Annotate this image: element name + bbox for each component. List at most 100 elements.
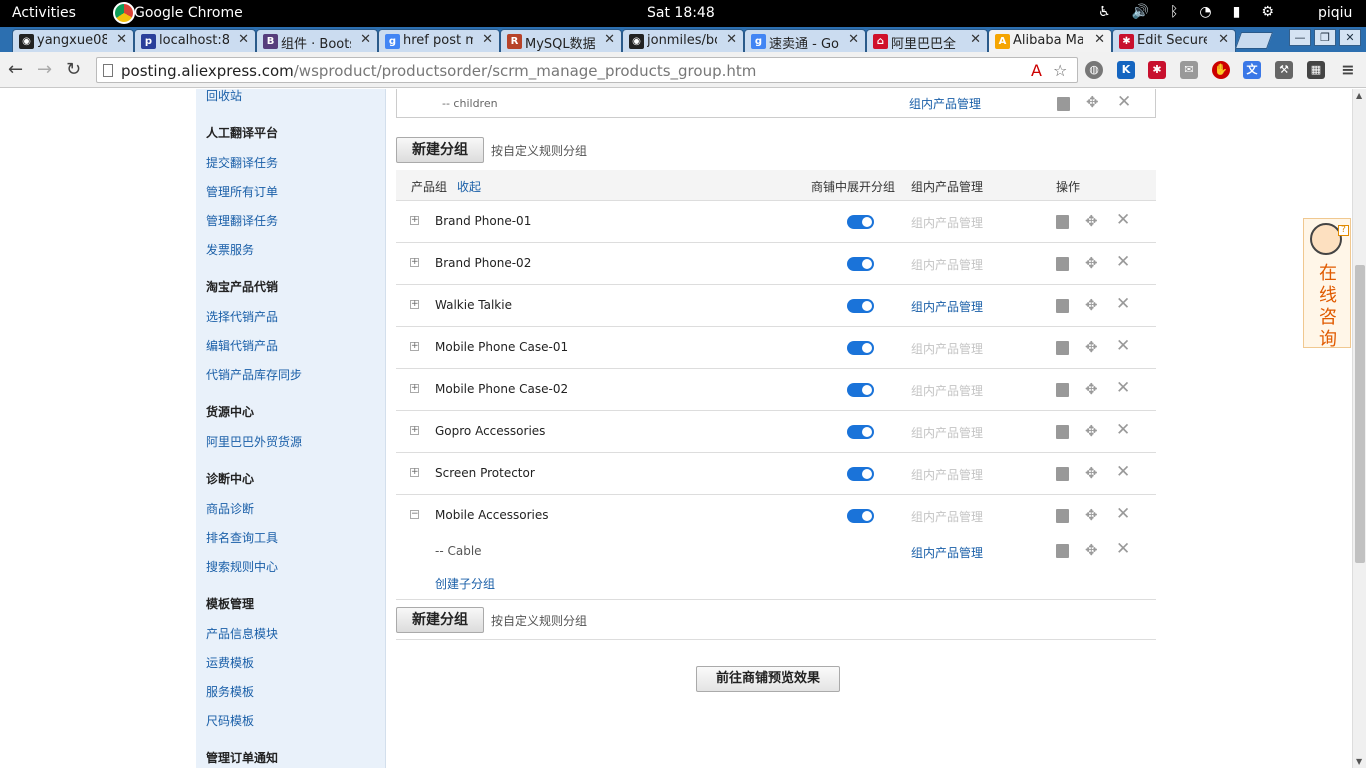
user-icon[interactable]: ⚙ bbox=[1261, 4, 1274, 20]
expand-icon[interactable]: + bbox=[410, 216, 419, 225]
store-expand-toggle[interactable] bbox=[847, 341, 874, 355]
close-icon[interactable]: ✕ bbox=[360, 32, 371, 47]
edit-icon[interactable] bbox=[1056, 341, 1069, 355]
sidebar-item[interactable]: 管理翻译任务 bbox=[206, 212, 278, 229]
manage-products-link[interactable]: 组内产品管理 bbox=[911, 256, 983, 273]
move-icon[interactable]: ✥ bbox=[1085, 254, 1098, 272]
edit-icon[interactable] bbox=[1056, 509, 1069, 523]
new-group-button[interactable]: 新建分组 bbox=[396, 137, 484, 163]
wifi-icon[interactable]: ◔ bbox=[1199, 4, 1211, 20]
sidebar-item[interactable]: 搜索规则中心 bbox=[206, 558, 278, 575]
address-bar[interactable]: posting.aliexpress.com/wsproduct/product… bbox=[96, 57, 1078, 83]
preview-store-button[interactable]: 前往商铺预览效果 bbox=[696, 666, 840, 692]
manage-products-link[interactable]: 组内产品管理 bbox=[911, 466, 983, 483]
manage-products-link[interactable]: 组内产品管理 bbox=[911, 382, 983, 399]
forward-icon[interactable]: → bbox=[37, 59, 52, 80]
mail-icon[interactable]: ✉ bbox=[1180, 61, 1198, 79]
store-expand-toggle[interactable] bbox=[847, 467, 874, 481]
tab-3[interactable]: B 组件 · Boots ✕ bbox=[256, 29, 378, 52]
sidebar-item[interactable]: 编辑代销产品 bbox=[206, 337, 278, 354]
accessibility-icon[interactable]: ♿ bbox=[1098, 4, 1111, 20]
create-subgroup-link[interactable]: 创建子分组 bbox=[435, 575, 495, 592]
reload-icon[interactable]: ↻ bbox=[66, 59, 81, 80]
menu-icon[interactable]: ≡ bbox=[1339, 61, 1357, 79]
back-icon[interactable]: ← bbox=[8, 59, 23, 80]
expand-icon[interactable]: + bbox=[410, 258, 419, 267]
close-icon[interactable]: ✕ bbox=[482, 32, 493, 47]
new-group-button[interactable]: 新建分组 bbox=[396, 607, 484, 633]
clock[interactable]: Sat 18:48 bbox=[647, 5, 715, 21]
adobe-acrobat-icon[interactable]: A bbox=[1031, 61, 1042, 80]
edit-icon[interactable] bbox=[1056, 215, 1069, 229]
scroll-down-icon[interactable]: ▼ bbox=[1356, 757, 1362, 766]
collapse-icon[interactable]: − bbox=[410, 510, 419, 519]
move-icon[interactable]: ✥ bbox=[1085, 506, 1098, 524]
volume-icon[interactable]: 🔊 bbox=[1132, 4, 1149, 20]
sidebar-item[interactable]: 发票服务 bbox=[206, 241, 254, 258]
move-icon[interactable]: ✥ bbox=[1085, 422, 1098, 440]
store-expand-toggle[interactable] bbox=[847, 215, 874, 229]
edit-icon[interactable] bbox=[1057, 97, 1070, 111]
store-expand-toggle[interactable] bbox=[847, 299, 874, 313]
globe-icon[interactable]: ◍ bbox=[1085, 61, 1103, 79]
expand-icon[interactable]: + bbox=[410, 384, 419, 393]
tab-5[interactable]: R MySQL数据 ✕ bbox=[500, 29, 622, 52]
tools-icon[interactable]: ⚒ bbox=[1275, 61, 1293, 79]
tab-4[interactable]: g href post m ✕ bbox=[378, 29, 500, 52]
manage-products-link[interactable]: 组内产品管理 bbox=[911, 508, 983, 525]
edit-icon[interactable] bbox=[1056, 383, 1069, 397]
tab-2[interactable]: p localhost:8 ✕ bbox=[134, 29, 256, 52]
tab-7[interactable]: g 速卖通 - Go ✕ bbox=[744, 29, 866, 52]
sidebar-item[interactable]: 产品信息模块 bbox=[206, 625, 278, 642]
close-icon[interactable]: ✕ bbox=[116, 32, 127, 47]
close-icon[interactable]: ✕ bbox=[604, 32, 615, 47]
close-icon[interactable]: ✕ bbox=[726, 32, 737, 47]
delete-icon[interactable]: ✕ bbox=[1116, 336, 1130, 356]
manage-products-link[interactable]: 组内产品管理 bbox=[911, 214, 983, 231]
lastpass-icon[interactable]: ✱ bbox=[1148, 61, 1166, 79]
manage-products-link[interactable]: 组内产品管理 bbox=[911, 340, 983, 357]
minimize-icon[interactable]: — bbox=[1289, 29, 1311, 46]
extension-k-icon[interactable]: K bbox=[1117, 61, 1135, 79]
online-chat-widget[interactable]: ? 在线咨询 bbox=[1303, 218, 1351, 350]
move-icon[interactable]: ✥ bbox=[1085, 212, 1098, 230]
close-icon[interactable]: ✕ bbox=[1218, 32, 1229, 47]
close-icon[interactable]: ✕ bbox=[970, 32, 981, 47]
expand-icon[interactable]: + bbox=[410, 300, 419, 309]
expand-icon[interactable]: + bbox=[410, 342, 419, 351]
tab-10[interactable]: ✱ Edit Secure ✕ bbox=[1112, 29, 1236, 52]
delete-icon[interactable]: ✕ bbox=[1116, 539, 1130, 559]
manage-products-link[interactable]: 组内产品管理 bbox=[911, 298, 983, 315]
sidebar-item[interactable]: 阿里巴巴外贸货源 bbox=[206, 433, 302, 450]
manage-products-link[interactable]: 组内产品管理 bbox=[909, 95, 981, 112]
move-icon[interactable]: ✥ bbox=[1085, 296, 1098, 314]
move-icon[interactable]: ✥ bbox=[1085, 380, 1098, 398]
sidebar-item[interactable]: 管理所有订单 bbox=[206, 183, 278, 200]
bookmark-star-icon[interactable]: ☆ bbox=[1053, 61, 1067, 80]
user-menu[interactable]: piqiu bbox=[1318, 5, 1352, 21]
scrollbar-thumb[interactable] bbox=[1355, 265, 1365, 563]
delete-icon[interactable]: ✕ bbox=[1116, 378, 1130, 398]
close-icon[interactable]: ✕ bbox=[848, 32, 859, 47]
battery-icon[interactable]: ▮ bbox=[1233, 4, 1241, 20]
sidebar-item[interactable]: 排名查询工具 bbox=[206, 529, 278, 546]
activities-button[interactable]: Activities bbox=[12, 5, 76, 21]
store-expand-toggle[interactable] bbox=[847, 383, 874, 397]
sidebar-item[interactable]: 服务模板 bbox=[206, 683, 254, 700]
move-icon[interactable]: ✥ bbox=[1085, 541, 1098, 559]
sidebar-item[interactable]: 代销产品库存同步 bbox=[206, 366, 302, 383]
edit-icon[interactable] bbox=[1056, 299, 1069, 313]
expand-icon[interactable]: + bbox=[410, 426, 419, 435]
delete-icon[interactable]: ✕ bbox=[1116, 420, 1130, 440]
translate-icon[interactable]: 文 bbox=[1243, 61, 1261, 79]
qr-code-icon[interactable]: ▦ bbox=[1307, 61, 1325, 79]
manage-products-link[interactable]: 组内产品管理 bbox=[911, 424, 983, 441]
move-icon[interactable]: ✥ bbox=[1085, 464, 1098, 482]
tab-9-active[interactable]: A Alibaba Ma ✕ bbox=[988, 29, 1112, 52]
tab-1[interactable]: ◉ yangxue08 ✕ bbox=[12, 29, 134, 52]
delete-icon[interactable]: ✕ bbox=[1116, 210, 1130, 230]
close-icon[interactable]: ✕ bbox=[1094, 32, 1105, 47]
sidebar-item[interactable]: 选择代销产品 bbox=[206, 308, 278, 325]
move-icon[interactable]: ✥ bbox=[1085, 338, 1098, 356]
close-icon[interactable]: ✕ bbox=[238, 32, 249, 47]
